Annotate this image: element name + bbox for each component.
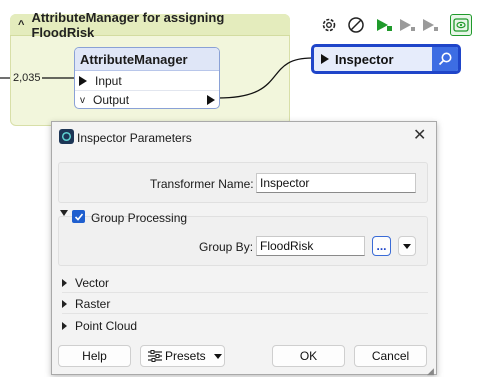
output-connection	[217, 57, 313, 99]
input-port-arrow-icon	[79, 75, 87, 86]
gear-icon[interactable]	[318, 14, 340, 36]
expand-down-icon[interactable]	[60, 210, 68, 216]
expand-right-icon	[62, 322, 67, 330]
expand-right-icon	[62, 279, 67, 287]
inspector-title: Inspector	[335, 51, 394, 67]
output-port-arrow-icon[interactable]	[207, 95, 215, 105]
help-button[interactable]: Help	[58, 345, 131, 367]
section-label: Raster	[75, 297, 111, 311]
output-port-label: Output	[93, 93, 130, 107]
run-from-icon[interactable]	[419, 14, 441, 36]
inspect-cache-icon[interactable]	[450, 14, 472, 36]
run-to-icon[interactable]	[396, 14, 418, 36]
section-point-cloud[interactable]: Point Cloud	[62, 319, 426, 333]
ok-button[interactable]: OK	[272, 345, 345, 367]
run-icon[interactable]	[373, 14, 395, 36]
input-port-label: Input	[95, 73, 122, 88]
feature-count-label: 2,035	[13, 72, 41, 84]
divider	[62, 292, 428, 293]
expand-right-icon	[62, 300, 67, 308]
presets-label: Presets	[165, 349, 206, 363]
section-vector[interactable]: Vector	[62, 276, 426, 290]
section-label: Vector	[75, 276, 110, 290]
resize-grip-icon[interactable]: ◢	[427, 366, 434, 377]
chevron-down-icon	[403, 243, 411, 249]
group-by-input[interactable]	[256, 236, 365, 256]
transformer-name-label: Transformer Name:	[150, 177, 254, 191]
section-label: Point Cloud	[75, 319, 138, 333]
sliders-icon	[148, 350, 162, 362]
attribute-manager-transformer[interactable]: AttributeManager Input v Output	[74, 47, 220, 109]
cancel-button[interactable]: Cancel	[354, 345, 427, 367]
divider	[62, 313, 428, 314]
chevron-down-icon[interactable]: v	[80, 95, 85, 106]
chevron-down-icon	[213, 353, 222, 359]
inspector-transformer[interactable]: Inspector	[311, 44, 461, 74]
group-by-ellipsis-button[interactable]: ...	[372, 236, 391, 256]
group-by-dropdown-button[interactable]	[398, 236, 416, 256]
dialog-title: Inspector Parameters	[77, 131, 192, 145]
close-icon[interactable]: ✕	[413, 128, 426, 144]
group-by-label: Group By:	[199, 240, 254, 254]
fme-app-icon	[59, 129, 74, 144]
group-processing-checkbox[interactable]	[72, 210, 85, 223]
transformer-name-input[interactable]	[256, 173, 416, 193]
group-processing-label: Group Processing	[91, 211, 188, 225]
output-port[interactable]: v Output	[75, 90, 219, 108]
transformer-title: AttributeManager	[75, 48, 219, 71]
input-port-arrow-icon[interactable]	[321, 54, 329, 64]
section-raster[interactable]: Raster	[62, 297, 426, 311]
disable-icon[interactable]	[345, 14, 367, 36]
presets-button[interactable]: Presets	[140, 345, 225, 367]
input-port[interactable]: Input	[75, 71, 219, 90]
magnifier-icon[interactable]	[432, 47, 458, 71]
